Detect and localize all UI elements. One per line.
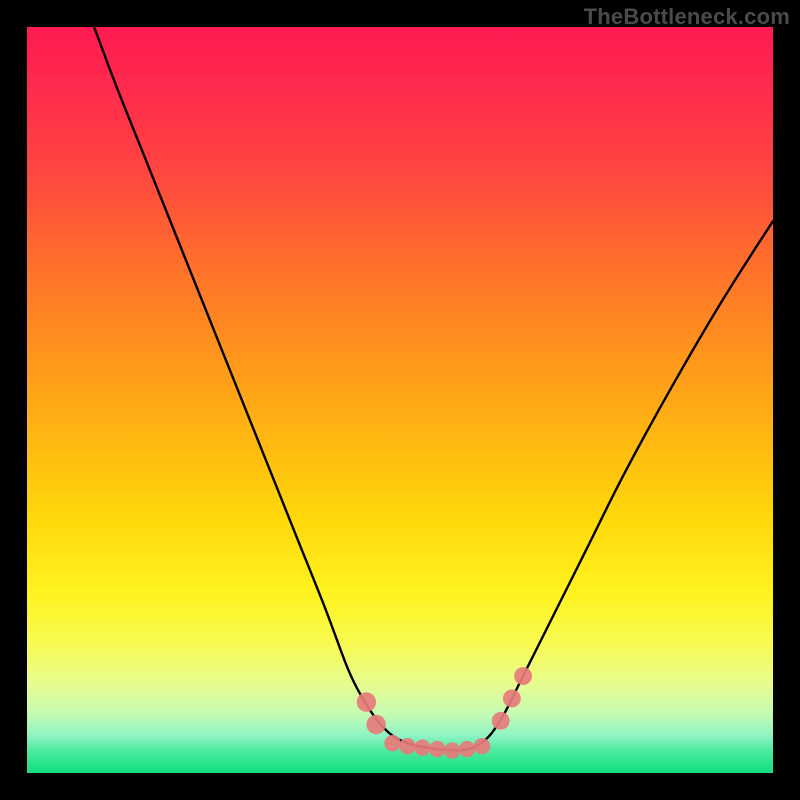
curve-right-curve xyxy=(460,221,773,751)
marker-dot xyxy=(384,735,400,751)
marker-dot xyxy=(503,689,521,707)
marker-dot xyxy=(357,692,376,711)
marker-dot xyxy=(429,741,445,757)
marker-dot xyxy=(444,742,460,758)
marker-dot xyxy=(459,741,475,757)
curve-layer xyxy=(27,27,773,773)
marker-dot xyxy=(366,715,385,734)
marker-dot xyxy=(474,738,490,754)
marker-dot xyxy=(414,739,430,755)
watermark-text: TheBottleneck.com xyxy=(584,4,790,30)
chart-frame: TheBottleneck.com xyxy=(0,0,800,800)
plot-area xyxy=(27,27,773,773)
curve-left-curve xyxy=(94,27,460,751)
marker-dot xyxy=(399,738,415,754)
marker-dot xyxy=(492,712,510,730)
marker-dot xyxy=(514,667,532,685)
